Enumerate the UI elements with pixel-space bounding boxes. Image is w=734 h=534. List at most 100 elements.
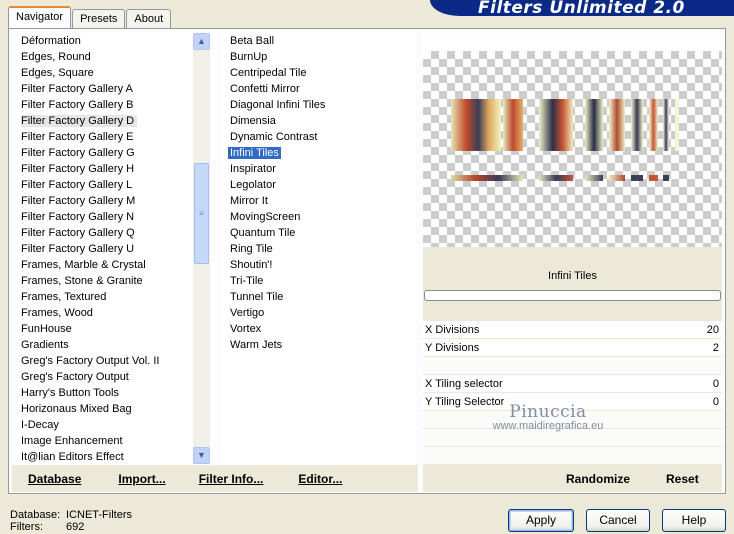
parameter-label: X Divisions — [425, 324, 480, 336]
category-list[interactable]: Déformation Edges, Round Edges, Square Filt… — [12, 32, 210, 465]
category-item[interactable]: FunHouse — [12, 321, 210, 337]
parameter-row[interactable]: X Divisions 20 — [423, 321, 722, 339]
category-item[interactable]: Image Enhancement — [12, 433, 210, 449]
category-item[interactable]: I-Decay — [12, 417, 210, 433]
category-item[interactable]: Edges, Square — [12, 65, 210, 81]
filter-item-label: Tri-Tile — [230, 275, 264, 287]
apply-button[interactable]: Apply — [508, 509, 574, 532]
parameter-row[interactable]: X Tiling selector 0 — [423, 375, 722, 393]
category-item[interactable]: Filter Factory Gallery M — [12, 193, 210, 209]
category-item[interactable]: Frames, Textured — [12, 289, 210, 305]
filter-item[interactable]: Diagonal Infini Tiles — [221, 97, 416, 113]
reset-button[interactable]: Reset — [666, 472, 699, 486]
preview-tile — [649, 175, 658, 181]
category-item-label: Filter Factory Gallery N — [21, 211, 135, 223]
filter-list[interactable]: Beta Ball BurnUp Centripedal Tile Confetti … — [221, 32, 416, 465]
filter-item[interactable]: Quantum Tile — [221, 225, 416, 241]
filter-item[interactable]: Inspirator — [221, 161, 416, 177]
category-item-label: Horizonaus Mixed Bag — [21, 403, 132, 415]
scroll-down-button[interactable]: ▼ — [193, 447, 210, 464]
parameter-value[interactable]: 0 — [713, 375, 719, 393]
filter-item[interactable]: Beta Ball — [221, 33, 416, 49]
filter-item[interactable]: Tunnel Tile — [221, 289, 416, 305]
tab-presets[interactable]: Presets — [72, 9, 126, 28]
category-item[interactable]: Harry's Button Tools — [12, 385, 210, 401]
preview-tile — [631, 175, 643, 181]
category-item-label: Edges, Round — [21, 51, 91, 63]
filter-info-button[interactable]: Filter Info... — [199, 472, 264, 486]
category-item-label: Edges, Square — [21, 67, 94, 79]
filter-item[interactable]: Confetti Mirror — [221, 81, 416, 97]
category-item[interactable]: Frames, Wood — [12, 305, 210, 321]
category-item-label: Harry's Button Tools — [21, 387, 119, 399]
category-item[interactable]: Edges, Round — [12, 49, 210, 65]
category-item-label: Filter Factory Gallery B — [21, 99, 134, 111]
import-button[interactable]: Import... — [118, 472, 165, 486]
category-item[interactable]: Déformation — [12, 33, 210, 49]
category-item[interactable]: Frames, Marble & Crystal — [12, 257, 210, 273]
help-button[interactable]: Help — [662, 509, 726, 532]
category-item[interactable]: Filter Factory Gallery B — [12, 97, 210, 113]
preview-tile — [675, 99, 679, 151]
category-item-label: Filter Factory Gallery E — [21, 131, 134, 143]
category-item[interactable]: Filter Factory Gallery E — [12, 129, 210, 145]
filter-item-label: Dimensia — [230, 115, 276, 127]
database-info: Database: ICNET-Filters Filters: 692 — [10, 509, 132, 533]
category-item-label: Greg's Factory Output — [21, 371, 129, 383]
right-button-bar: Randomize Reset — [423, 465, 722, 492]
filter-item-label: Beta Ball — [230, 35, 275, 47]
category-item[interactable]: Gradients — [12, 337, 210, 353]
filter-item[interactable]: MovingScreen — [221, 209, 416, 225]
category-item[interactable]: Filter Factory Gallery L — [12, 177, 210, 193]
category-scrollbar[interactable]: ▲ ≡ ▼ — [193, 33, 210, 464]
filter-item[interactable]: Tri-Tile — [221, 273, 416, 289]
filter-item[interactable]: Ring Tile — [221, 241, 416, 257]
scroll-thumb[interactable]: ≡ — [194, 163, 209, 264]
preview-top-margin — [423, 33, 722, 51]
category-item[interactable]: Greg's Factory Output Vol. II — [12, 353, 210, 369]
category-item-label: Frames, Textured — [21, 291, 107, 303]
parameter-value[interactable]: 2 — [713, 339, 719, 357]
parameter-value[interactable]: 0 — [713, 393, 719, 411]
filter-item[interactable]: Dynamic Contrast — [221, 129, 416, 145]
category-item[interactable]: Filter Factory Gallery G — [12, 145, 210, 161]
scroll-up-button[interactable]: ▲ — [193, 33, 210, 50]
category-item[interactable]: Filter Factory Gallery Q — [12, 225, 210, 241]
category-item[interactable]: Greg's Factory Output — [12, 369, 210, 385]
filter-item[interactable]: Shoutin'! — [221, 257, 416, 273]
category-item[interactable]: Filter Factory Gallery A — [12, 81, 210, 97]
parameter-value[interactable]: 20 — [707, 321, 719, 339]
randomize-button[interactable]: Randomize — [566, 472, 630, 486]
category-item[interactable]: Filter Factory Gallery D — [12, 113, 210, 129]
editor-button[interactable]: Editor... — [298, 472, 342, 486]
filter-item[interactable]: Legolator — [221, 177, 416, 193]
filter-item[interactable]: Vortex — [221, 321, 416, 337]
tab-navigator[interactable]: Navigator — [8, 6, 72, 28]
filter-item[interactable]: Centripedal Tile — [221, 65, 416, 81]
filter-name-label: Infini Tiles — [548, 270, 597, 282]
parameter-row[interactable]: Y Divisions 2 — [423, 339, 722, 357]
filter-item-label: Tunnel Tile — [230, 291, 284, 303]
category-item-label: Filter Factory Gallery Q — [21, 227, 135, 239]
filter-item[interactable]: Vertigo — [221, 305, 416, 321]
filter-item[interactable]: Warm Jets — [221, 337, 416, 353]
tab-about[interactable]: About — [126, 9, 172, 28]
category-item-label: Filter Factory Gallery D — [21, 115, 138, 127]
category-item[interactable]: It@lian Editors Effect — [12, 449, 210, 465]
watermark: Pinuccia www.maidiregrafica.eu — [488, 402, 608, 432]
category-item-label: Déformation — [21, 35, 81, 47]
cancel-button[interactable]: Cancel — [586, 509, 650, 532]
category-item[interactable]: Filter Factory Gallery N — [12, 209, 210, 225]
category-item[interactable]: Frames, Stone & Granite — [12, 273, 210, 289]
preview-tile — [649, 99, 658, 151]
filter-item[interactable]: Mirror It — [221, 193, 416, 209]
filter-item[interactable]: BurnUp — [221, 49, 416, 65]
filter-item[interactable]: Dimensia — [221, 113, 416, 129]
category-item[interactable]: Filter Factory Gallery H — [12, 161, 210, 177]
filter-item-label: Vertigo — [230, 307, 265, 319]
database-button[interactable]: Database — [28, 472, 81, 486]
category-item[interactable]: Horizonaus Mixed Bag — [12, 401, 210, 417]
category-item[interactable]: Filter Factory Gallery U — [12, 241, 210, 257]
preview-tile — [539, 99, 573, 151]
filter-item[interactable]: Infini Tiles — [221, 145, 416, 161]
